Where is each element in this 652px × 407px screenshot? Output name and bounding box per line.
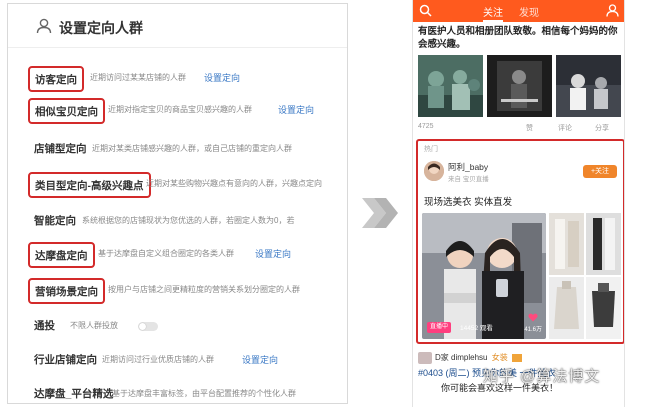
viewer-count: 14452 观看 [460,325,493,332]
targeting-desc: 近期访问过行业优质店铺的人群 [102,355,214,364]
targeting-row-shop[interactable]: 店铺型定向 近期对某类店铺感兴趣的人群，或自己店铺的重定向人群 [8,137,347,161]
targeting-desc: 系统根据您的店铺现状为您优选的人群，若圈定人数为0，若 [82,216,295,225]
post-stats: 4725 赞 评论 分享 [418,123,621,135]
targeting-label: 营销场景定向 [28,278,105,304]
product-grid [549,213,621,339]
tab-discover[interactable]: 发现 [519,4,539,19]
set-targeting-link[interactable]: 设置定向 [242,353,278,366]
targeting-label: 达摩盘定向 [28,242,95,268]
double-chevron-right-icon [362,198,398,228]
targeting-row-smart[interactable]: 智能定向 系统根据您的店铺现状为您优选的人群，若圈定人数为0，若 [8,209,347,233]
author-name[interactable]: D家 dimplehsu [435,353,487,362]
author-avatar[interactable] [418,352,432,364]
promoted-live-card[interactable]: 热门 阿利_baby 来自 宝贝直播 +关注 现场选美衣 实体直发 直播中 14… [416,139,624,344]
author-name[interactable]: 阿利_baby [448,161,488,173]
targeting-label: 类目型定向-高级兴趣点 [28,172,151,198]
targeting-settings-panel: 设置定向人群 访客定向 近期访问过某某店铺的人群 设置定向 相似宝贝定向 近期对… [7,3,348,404]
post-text[interactable]: 有医护人员和相册团队致敬。相信每个妈妈的你会感兴趣。 [418,25,620,51]
targeting-label: 智能定向 [34,215,76,227]
targeting-row-broad[interactable]: 通投 不限人群投放 [8,314,347,338]
heart-icon [528,313,538,322]
post-image[interactable] [556,55,621,117]
follow-button[interactable]: +关注 [583,165,617,178]
targeting-row-dmp[interactable]: 达摩盘定向 基于达摩盘自定义组合圈定的各类人群 设置定向 [8,242,347,268]
share-button[interactable]: 分享 [595,123,609,133]
set-targeting-link[interactable]: 设置定向 [255,247,291,260]
panel-header: 设置定向人群 [8,4,347,48]
targeting-label: 行业店铺定向 [34,354,97,366]
post-image[interactable] [487,55,552,117]
view-count: 4725 [418,123,434,130]
targeting-desc: 按用户与店铺之间更精粒度的营销关系划分圈定的人群 [108,285,300,294]
hot-tag: 热门 [424,146,438,153]
zhihu-watermark: 知乎 @算法博文 [483,368,601,385]
targeting-row-visitor[interactable]: 访客定向 近期访问过某某店铺的人群 设置定向 [8,66,347,92]
product-image[interactable] [549,213,584,275]
post-image-grid[interactable] [418,55,621,117]
targeting-label: 达摩盘_平台精选 [34,388,114,400]
like-count: 41.6万 [524,313,542,333]
post-image[interactable] [418,55,483,117]
targeting-label: 相似宝贝定向 [28,98,105,124]
category-tag: 女装 [491,353,508,362]
card-caption: 现场选美衣 实体直发 [424,197,513,208]
targeting-desc: 不限人群投放 [70,321,118,330]
targeting-label: 店铺型定向 [34,143,87,155]
targeting-row-dmp-platform[interactable]: 达摩盘_平台精选 基于达摩盘丰富标签，由平台配置推荐的个性化人群 [8,382,347,403]
avatar[interactable] [424,161,444,181]
broad-targeting-toggle[interactable] [138,322,158,331]
targeting-desc: 近期对指定宝贝的商品宝贝感兴趣的人群 [108,105,252,114]
targeting-label: 通投 [34,320,55,332]
profile-icon[interactable] [606,4,619,17]
targeting-label: 访客定向 [28,66,84,92]
comment-button[interactable]: 评论 [558,123,572,133]
targeting-row-marketing-scene[interactable]: 营销场景定向 按用户与店铺之间更精粒度的营销关系划分圈定的人群 [8,278,347,304]
search-icon[interactable] [419,4,432,17]
targeting-desc: 近期对某类店铺感兴趣的人群，或自己店铺的重定向人群 [92,144,292,153]
set-targeting-link[interactable]: 设置定向 [204,71,240,84]
panel-title: 设置定向人群 [59,20,143,36]
product-image[interactable] [586,213,621,275]
live-video-thumbnail[interactable]: 直播中 14452 观看 41.6万 [422,213,546,339]
badge-icon [511,353,522,362]
targeting-desc: 基于达摩盘自定义组合圈定的各类人群 [98,249,234,258]
targeting-row-industry-shop[interactable]: 行业店铺定向 近期访问过行业优质店铺的人群 设置定向 [8,348,347,372]
author-source: 来自 宝贝直播 [448,176,489,183]
app-top-bar: 关注 发现 [413,0,624,22]
targeting-row-similar-item[interactable]: 相似宝贝定向 近期对指定宝贝的商品宝贝感兴趣的人群 设置定向 [8,98,347,124]
product-image[interactable] [586,277,621,339]
targeting-desc: 基于达摩盘丰富标签，由平台配置推荐的个性化人群 [112,389,296,398]
live-badge: 直播中 [427,322,452,333]
set-targeting-link[interactable]: 设置定向 [278,103,314,116]
mobile-feed-screen: 关注 发现 有医护人员和相册团队致敬。相信每个妈妈的你会感兴趣。 4725 赞 … [412,0,625,407]
targeting-desc: 近期访问过某某店铺的人群 [90,73,186,82]
targeting-desc: 近期对某些购物兴趣点有意向的人群，兴趣点定向 [146,179,322,188]
like-count-value: 41.6万 [524,327,542,333]
targeting-row-category-interest[interactable]: 类目型定向-高级兴趣点 近期对某些购物兴趣点有意向的人群，兴趣点定向 [8,172,347,198]
product-image[interactable] [549,277,584,339]
author-row[interactable]: D家 dimplehsu 女装 [435,352,522,363]
crowd-icon [36,18,52,34]
like-button[interactable]: 赞 [526,123,533,133]
tab-follow[interactable]: 关注 [483,4,503,22]
